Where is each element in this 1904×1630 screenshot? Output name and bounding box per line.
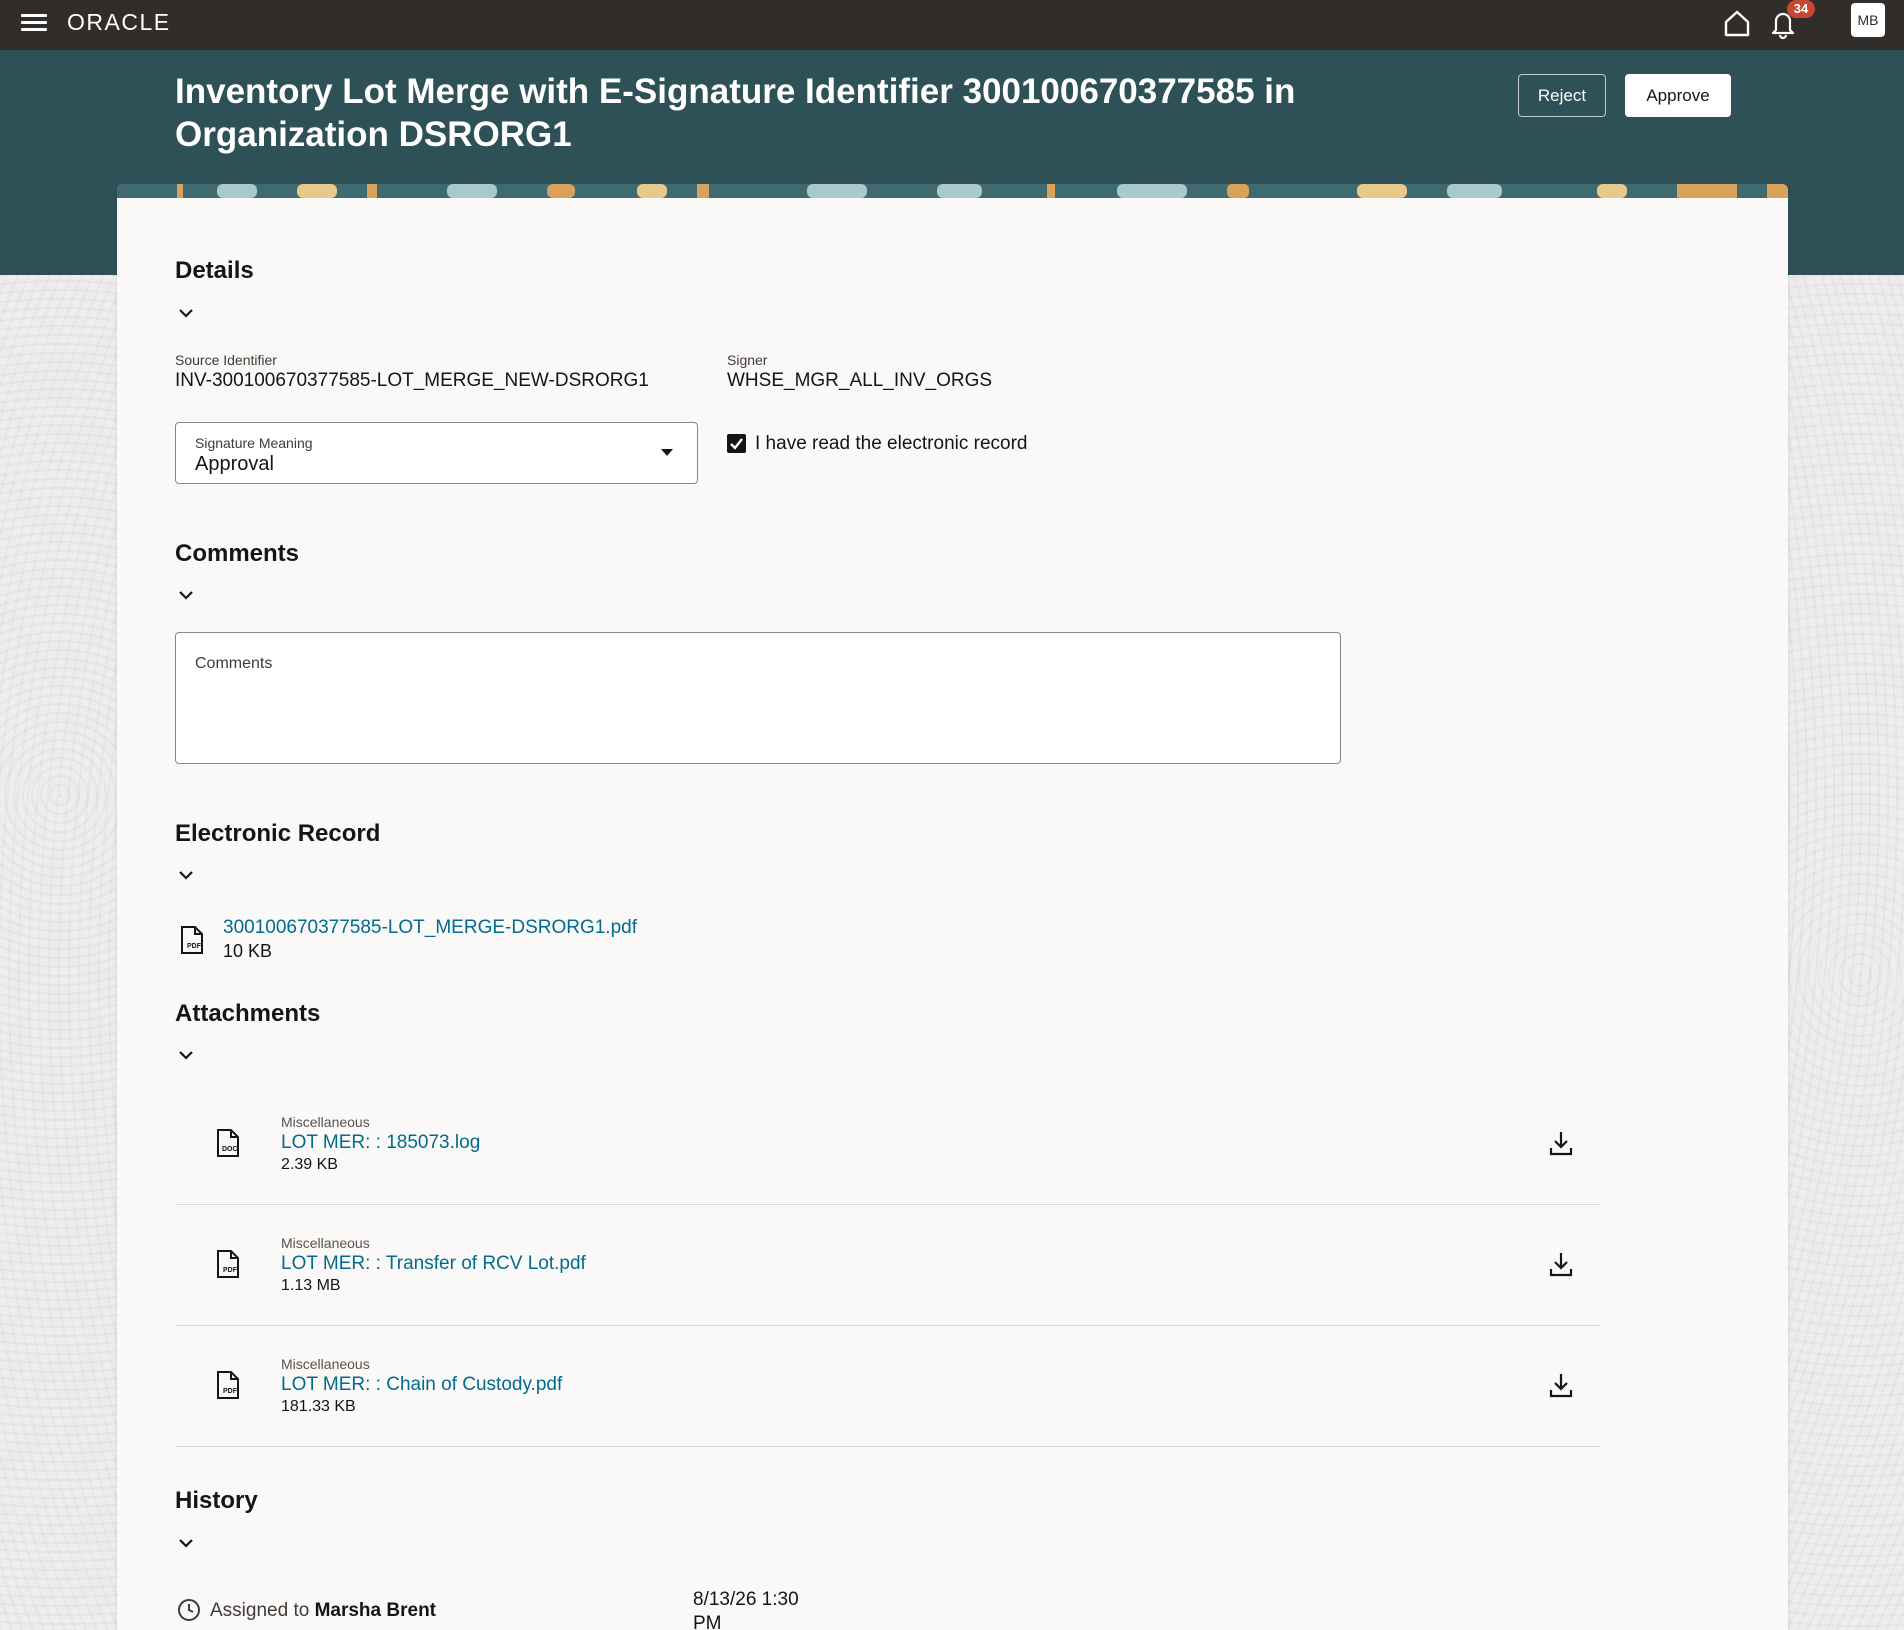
global-header: ORACLE 34 MB bbox=[0, 0, 1904, 50]
attachment-category: Miscellaneous bbox=[281, 1114, 370, 1130]
signature-meaning-label: Signature Meaning bbox=[195, 435, 313, 451]
svg-text:PDF: PDF bbox=[187, 943, 202, 950]
comments-textarea[interactable]: Comments bbox=[175, 632, 1341, 764]
read-record-label[interactable]: I have read the electronic record bbox=[755, 433, 1028, 455]
electronic-record-section-title: Electronic Record bbox=[175, 820, 381, 847]
attachment-category: Miscellaneous bbox=[281, 1235, 370, 1251]
comments-field-label: Comments bbox=[195, 655, 273, 672]
read-record-checkbox[interactable] bbox=[727, 434, 746, 453]
checkmark-icon bbox=[730, 438, 743, 450]
comments-section-title: Comments bbox=[175, 540, 300, 567]
history-date: 8/13/26 1:30 PM bbox=[693, 1589, 799, 1630]
history-entry-text: Assigned to Marsha Brent bbox=[210, 1600, 436, 1622]
electronic-record-file-link[interactable]: 300100670377585-LOT_MERGE-DSRORG1.pdf bbox=[223, 917, 637, 939]
menu-icon[interactable] bbox=[21, 11, 47, 37]
source-identifier-label: Source Identifier bbox=[175, 352, 277, 368]
attachment-size: 181.33 KB bbox=[281, 1398, 356, 1415]
signer-label: Signer bbox=[727, 352, 768, 368]
attachment-link[interactable]: LOT MER: : Transfer of RCV Lot.pdf bbox=[281, 1253, 586, 1275]
attachment-category: Miscellaneous bbox=[281, 1356, 370, 1372]
user-avatar[interactable]: MB bbox=[1851, 3, 1885, 37]
download-icon[interactable] bbox=[1546, 1249, 1576, 1279]
download-icon[interactable] bbox=[1546, 1370, 1576, 1400]
attachment-size: 1.13 MB bbox=[281, 1277, 341, 1294]
history-action: Assigned to bbox=[210, 1600, 310, 1621]
reject-button[interactable]: Reject bbox=[1518, 74, 1606, 117]
svg-text:DOC: DOC bbox=[222, 1146, 238, 1153]
svg-text:PDF: PDF bbox=[223, 1267, 238, 1274]
clock-icon bbox=[178, 1599, 200, 1621]
dropdown-caret-icon bbox=[661, 449, 673, 456]
attachment-size: 2.39 KB bbox=[281, 1156, 338, 1173]
attachment-link[interactable]: LOT MER: : Chain of Custody.pdf bbox=[281, 1374, 562, 1396]
approve-button[interactable]: Approve bbox=[1625, 74, 1731, 117]
decorative-banner bbox=[117, 184, 1788, 198]
pdf-file-icon: PDF bbox=[181, 926, 203, 954]
details-collapse-chevron-icon[interactable] bbox=[175, 302, 197, 324]
doc-file-icon: DOC bbox=[217, 1129, 239, 1157]
home-icon[interactable] bbox=[1720, 6, 1754, 40]
signer-value: WHSE_MGR_ALL_INV_ORGS bbox=[727, 370, 993, 391]
source-identifier-value: INV-300100670377585-LOT_MERGE_NEW-DSRORG… bbox=[175, 370, 649, 391]
pdf-file-icon: PDF bbox=[217, 1371, 239, 1399]
pdf-file-icon: PDF bbox=[217, 1250, 239, 1278]
electronic-record-collapse-chevron-icon[interactable] bbox=[175, 864, 197, 886]
svg-text:PDF: PDF bbox=[223, 1388, 238, 1395]
signature-meaning-select[interactable]: Signature Meaning Approval bbox=[175, 422, 698, 484]
notification-badge: 34 bbox=[1787, 0, 1815, 18]
attachment-row: DOC Miscellaneous LOT MER: : 185073.log … bbox=[175, 1084, 1600, 1205]
details-section-title: Details bbox=[175, 257, 254, 284]
history-person: Marsha Brent bbox=[314, 1600, 436, 1621]
signature-meaning-value: Approval bbox=[195, 453, 274, 475]
attachment-row: PDF Miscellaneous LOT MER: : Chain of Cu… bbox=[175, 1326, 1600, 1447]
page-title: Inventory Lot Merge with E-Signature Ide… bbox=[175, 72, 1296, 154]
attachment-row: PDF Miscellaneous LOT MER: : Transfer of… bbox=[175, 1205, 1600, 1326]
approval-card: Details Source Identifier INV-3001006703… bbox=[117, 184, 1788, 1630]
download-icon[interactable] bbox=[1546, 1128, 1576, 1158]
comments-collapse-chevron-icon[interactable] bbox=[175, 584, 197, 606]
oracle-logo[interactable]: ORACLE bbox=[67, 9, 171, 36]
electronic-record-file-size: 10 KB bbox=[223, 941, 273, 961]
attachments-collapse-chevron-icon[interactable] bbox=[175, 1044, 197, 1066]
history-collapse-chevron-icon[interactable] bbox=[175, 1532, 197, 1554]
attachments-section-title: Attachments bbox=[175, 1000, 321, 1027]
history-section-title: History bbox=[175, 1487, 258, 1514]
attachment-link[interactable]: LOT MER: : 185073.log bbox=[281, 1132, 480, 1154]
